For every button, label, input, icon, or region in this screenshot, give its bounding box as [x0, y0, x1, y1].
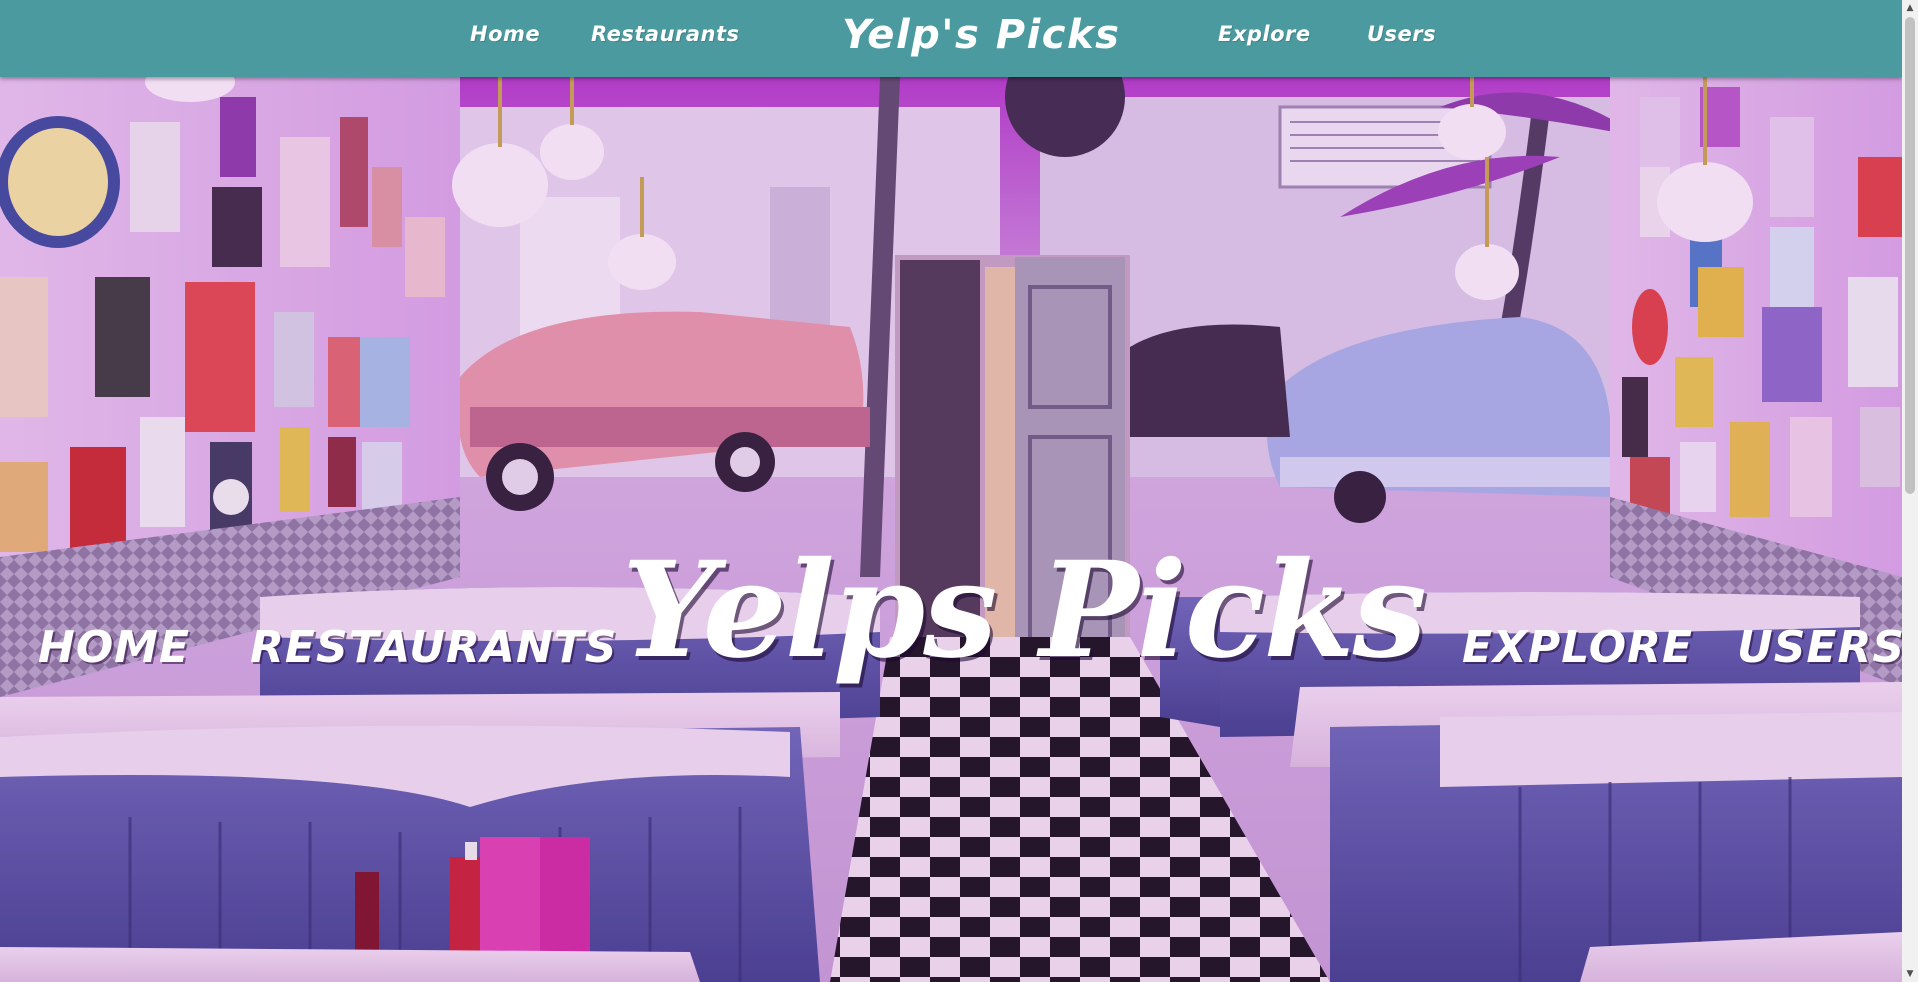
hero-explore-link[interactable]: EXPLORE: [1462, 622, 1693, 673]
nav-explore-link[interactable]: Explore: [1218, 22, 1311, 46]
hero-section: HOME RESTAURANTS Yelps Picks EXPLORE USE…: [0, 77, 1902, 982]
nav-restaurants-link[interactable]: Restaurants: [591, 22, 740, 46]
hero-restaurants-link[interactable]: RESTAURANTS: [250, 622, 618, 673]
scrollbar-thumb[interactable]: [1905, 17, 1915, 494]
hero-users-link[interactable]: USERS: [1737, 622, 1902, 673]
hero-home-link[interactable]: HOME: [38, 622, 190, 673]
vertical-scrollbar[interactable]: ▲ ▼: [1902, 0, 1918, 982]
brand-logo[interactable]: Yelp's Picks: [842, 12, 1120, 58]
top-navbar: Home Restaurants Yelp's Picks Explore Us…: [0, 0, 1902, 77]
hero-title: Yelps Picks: [622, 533, 1427, 688]
nav-home-link[interactable]: Home: [470, 22, 540, 46]
diner-background-image: [0, 77, 1902, 982]
page: Home Restaurants Yelp's Picks Explore Us…: [0, 0, 1918, 982]
scroll-down-arrow-icon[interactable]: ▼: [1902, 966, 1918, 982]
scroll-up-arrow-icon[interactable]: ▲: [1902, 0, 1918, 16]
nav-users-link[interactable]: Users: [1367, 22, 1436, 46]
